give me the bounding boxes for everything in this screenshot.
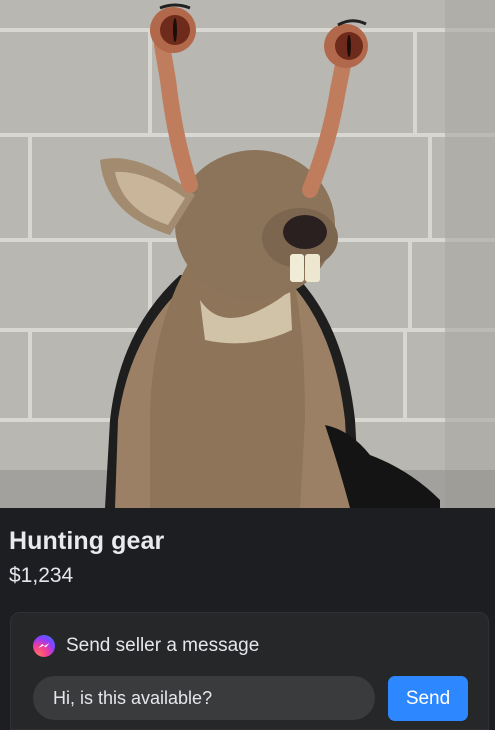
listing-title: Hunting gear xyxy=(9,527,165,555)
message-seller-header: Send seller a message xyxy=(33,635,259,657)
deer-mount-image xyxy=(0,0,495,508)
listing-price: $1,234 xyxy=(9,564,74,587)
listing-photo[interactable] xyxy=(0,0,495,508)
listing-info: Hunting gear $1,234 Send seller a messag… xyxy=(0,508,495,730)
messenger-icon xyxy=(33,635,55,657)
message-input[interactable] xyxy=(33,676,375,720)
message-seller-card: Send seller a message Send xyxy=(10,612,489,730)
send-button[interactable]: Send xyxy=(388,676,468,721)
message-seller-heading: Send seller a message xyxy=(66,635,260,656)
